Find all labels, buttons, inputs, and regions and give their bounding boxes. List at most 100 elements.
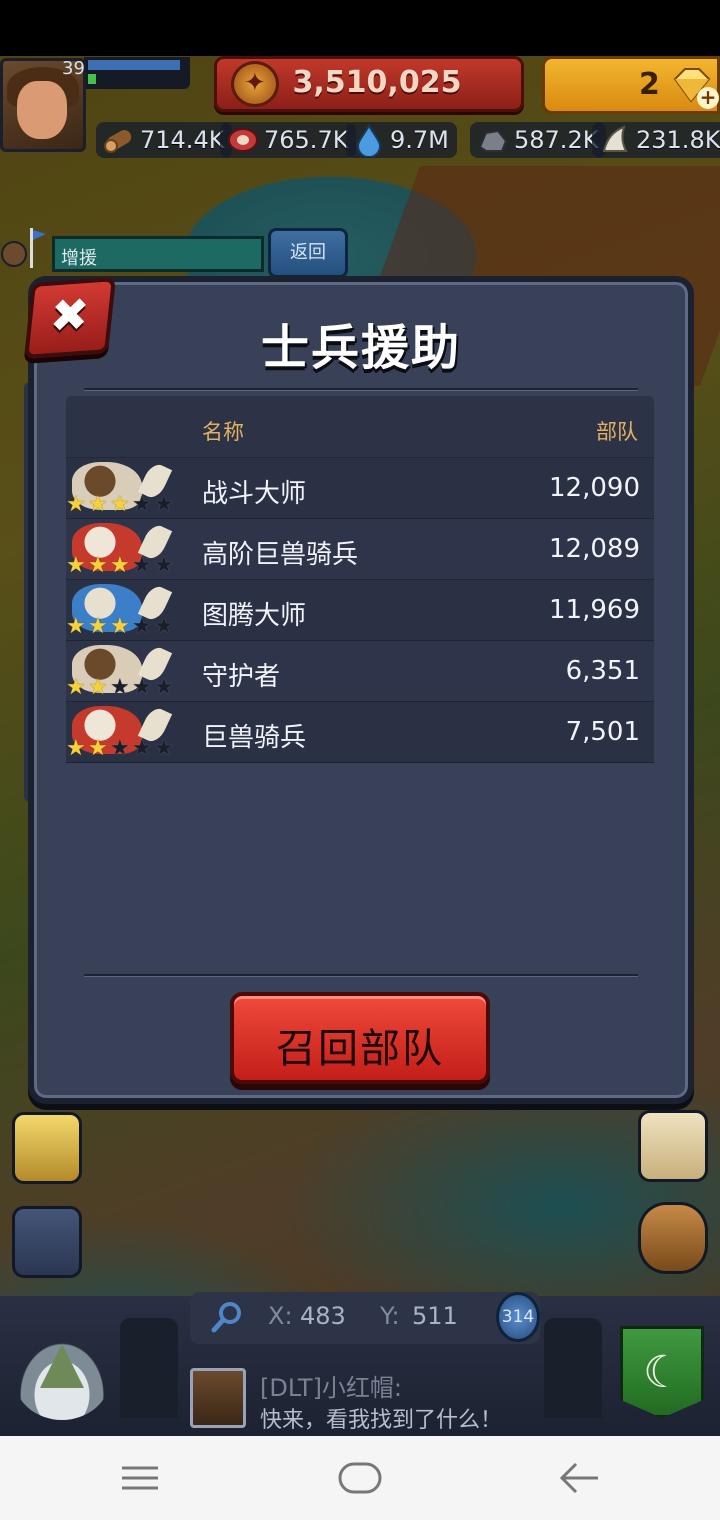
item-bag-icon[interactable] [638,1202,708,1274]
gem-value: 2 [639,67,660,102]
table-row[interactable]: ★ ★ ★ ★ ★ 巨兽骑兵 7,501 [66,702,654,763]
phoenix-emblem-icon [231,61,279,107]
unit-name: 高阶巨兽骑兵 [202,540,359,570]
star-icon: ★ [88,553,108,578]
world-map-button[interactable] [14,1336,110,1420]
statue-decoration [544,1318,602,1418]
divider [84,388,638,390]
star-icon: ★ [88,492,108,517]
star-icon: ★ [132,675,152,700]
experience-bar [84,57,190,89]
star-icon: ★ [88,675,108,700]
unit-portrait: ★ ★ ★ ★ ★ [66,580,182,640]
table-row[interactable]: ★ ★ ★ ★ ★ 图腾大师 11,969 [66,580,654,641]
chat-sender[interactable]: [DLT]小红帽: [260,1368,402,1403]
column-header-troops: 部队 [596,420,638,444]
table-header: 名称 部队 [66,396,654,458]
system-status-bar [0,0,720,56]
unit-troop-count: 12,090 [549,473,640,503]
back-icon[interactable] [550,1456,610,1500]
table-row[interactable]: ★ ★ ★ ★ ★ 守护者 6,351 [66,641,654,702]
chat-avatar[interactable] [190,1368,246,1428]
reinforce-status-bar: 增援 [52,236,264,272]
unit-troop-count: 11,969 [549,595,640,625]
add-gems-icon[interactable]: + [697,87,719,109]
star-icon: ★ [66,736,86,761]
alliance-banner-button[interactable]: ☾ [620,1326,704,1418]
gem-counter[interactable]: 2 + [542,56,720,114]
system-navigation-bar [0,1436,720,1520]
table-row[interactable]: ★ ★ ★ ★ ★ 高阶巨兽骑兵 12,089 [66,519,654,580]
troop-rows: ★ ★ ★ ★ ★ 战斗大师 12,090 ★ ★ ★ ★ ★ 高阶巨兽骑兵 12,089 ★ ★ ★ ★ ★ 图腾大… [66,458,654,763]
recall-troops-button[interactable]: 召回部队 [230,992,490,1084]
unit-name: 战斗大师 [202,479,307,509]
star-icon: ★ [132,736,152,761]
dialog-title: 士兵援助 [260,320,461,376]
menu-icon[interactable] [110,1456,170,1500]
resource-wood[interactable]: 714.4K [96,118,233,162]
bone-icon [602,125,628,152]
gold-value: 3,510,025 [292,65,462,100]
return-button[interactable]: 返回 [268,228,348,278]
resource-bone[interactable]: 231.8K [592,118,720,162]
unit-troop-count: 7,501 [565,717,640,747]
search-icon[interactable] [210,1300,244,1334]
star-rating: ★ ★ ★ ★ ★ [66,738,176,762]
star-rating: ★ ★ ★ ★ ★ [66,616,176,640]
star-icon: ★ [132,614,152,639]
player-level: 39 [62,58,85,79]
stone-icon [478,129,508,152]
star-icon: ★ [154,675,174,700]
resource-meat[interactable]: 765.7K [220,118,357,162]
star-rating: ★ ★ ★ ★ ★ [66,677,176,701]
unit-troop-count: 6,351 [565,656,640,686]
home-icon[interactable] [330,1456,390,1500]
march-badge[interactable]: 314 [496,1292,540,1342]
close-icon: ✖ [47,286,92,344]
reinforce-flag-icon [1,228,46,268]
star-icon: ★ [66,492,86,517]
gold-counter[interactable]: 3,510,025 [214,56,524,112]
star-icon: ★ [132,553,152,578]
troop-table: 名称 部队 ★ ★ ★ ★ ★ 战斗大师 12,090 ★ ★ ★ ★ ★ 高阶巨兽骑兵 12,089 ★ ★… [66,396,654,763]
recall-troops-label: 召回部队 [276,1026,444,1072]
star-rating: ★ ★ ★ ★ ★ [66,494,176,518]
resource-water[interactable]: 9.7M [346,118,457,162]
star-icon: ★ [110,492,130,517]
star-icon: ★ [110,614,130,639]
unit-name: 守护者 [202,662,281,692]
unit-portrait: ★ ★ ★ ★ ★ [66,519,182,579]
crescent-moon-icon: ☾ [643,1347,683,1398]
star-icon: ★ [110,553,130,578]
star-rating: ★ ★ ★ ★ ★ [66,555,176,579]
migrate-icon[interactable] [12,1206,82,1278]
star-icon: ★ [154,614,174,639]
column-header-name: 名称 [202,420,244,444]
star-icon: ★ [110,736,130,761]
unit-troop-count: 12,089 [549,534,640,564]
coordinate-bar[interactable]: X: 483 Y: 511 [190,1292,540,1344]
unit-portrait: ★ ★ ★ ★ ★ [66,641,182,701]
water-icon [356,124,382,157]
statue-decoration [120,1318,178,1418]
star-icon: ★ [88,736,108,761]
coordinate-x: 483 [300,1302,346,1330]
coordinate-y: 511 [412,1302,458,1330]
star-icon: ★ [154,736,174,761]
hero-portrait-button[interactable] [12,1112,82,1184]
unit-portrait: ★ ★ ★ ★ ★ [66,702,182,762]
chat-message[interactable]: 快来，看我找到了什么！ [260,1402,502,1434]
wood-icon [104,130,132,153]
star-icon: ★ [110,675,130,700]
star-icon: ★ [154,492,174,517]
star-icon: ★ [66,675,86,700]
quest-scroll-icon[interactable] [638,1110,708,1182]
resource-bar: 714.4K 765.7K 9.7M 587.2K 231.8K [96,118,720,162]
star-icon: ★ [88,614,108,639]
close-button[interactable]: ✖ [24,277,116,359]
unit-name: 图腾大师 [202,601,307,631]
meat-icon [228,128,258,152]
resource-stone[interactable]: 587.2K [470,118,607,162]
table-row[interactable]: ★ ★ ★ ★ ★ 战斗大师 12,090 [66,458,654,519]
star-icon: ★ [66,614,86,639]
